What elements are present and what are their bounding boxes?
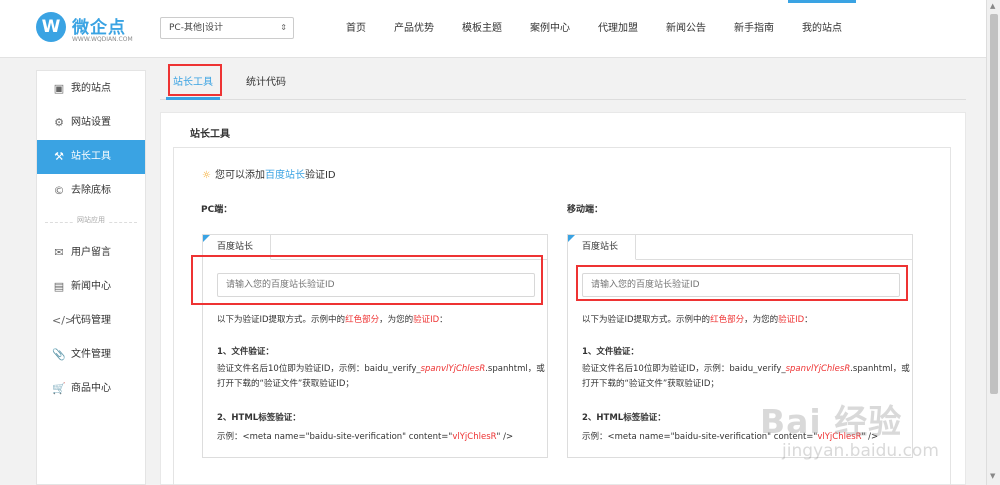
card-title: 站长工具 [190,129,230,140]
vertical-scrollbar[interactable]: ▲ ▼ [986,0,1000,485]
mobile-label: 移动端： [567,205,604,215]
mobile-panel: 百度站长 以下为验证ID提取方式。示例中的红色部分，为您的验证ID： 1、文件验… [567,234,913,458]
brand-logo[interactable]: W 微企点 WWW.WQDIAN.COM [36,12,156,46]
sidebar-item-label: 去除底标 [71,185,111,196]
sidebar: ▣ 我的站点 ⚙ 网站设置 ⚒ 站长工具 © 去除底标 网站应用 ✉ 用户留言 … [36,70,146,485]
sidebar-item-label: 我的站点 [71,83,111,94]
sidebar-divider: 网站应用 [37,208,145,236]
nav-item-news[interactable]: 新闻公告 [652,0,720,58]
sidebar-item-label: 网站设置 [71,117,111,128]
sidebar-item-label: 代码管理 [71,315,111,326]
tab-statistics-code[interactable]: 统计代码 [246,66,286,100]
mobile-file-verify-text: 验证文件名后10位即为验证ID，示例：baidu_verify_spanvlYj… [582,364,910,374]
site-selector[interactable]: PC-其他|设计 ⇕ [160,17,294,39]
monitor-icon: ▣ [53,82,65,95]
brand-name: 微企点 [72,18,126,38]
sidebar-item-label: 站长工具 [71,151,111,162]
nav-item-home[interactable]: 首页 [332,0,380,58]
nav-item-templates[interactable]: 模板主题 [448,0,516,58]
pc-html-verify-heading: 2、HTML标签验证： [217,413,301,423]
sidebar-item-messages[interactable]: ✉ 用户留言 [37,236,145,270]
wrench-icon: ⚒ [54,150,64,163]
scroll-up-icon[interactable]: ▲ [990,2,995,10]
scroll-thumb[interactable] [990,14,998,394]
sidebar-item-site-settings[interactable]: ⚙ 网站设置 [37,106,145,140]
highlight-box-tab [168,64,222,96]
pc-panel: 百度站长 以下为验证ID提取方式。示例中的红色部分，为您的验证ID： 1、文件验… [191,234,548,458]
scroll-down-icon[interactable]: ▼ [990,472,995,480]
pc-file-verify-text: 验证文件名后10位即为验证ID，示例：baidu_verify_spanvlYj… [217,364,545,374]
nav-item-advantages[interactable]: 产品优势 [380,0,448,58]
nav-item-cases[interactable]: 案例中心 [516,0,584,58]
news-icon: ▤ [53,280,65,293]
lightbulb-icon: ☼ [202,170,211,181]
message-icon: ✉ [54,246,64,259]
sidebar-item-label: 文件管理 [71,349,111,360]
mobile-file-verify-heading: 1、文件验证： [582,347,639,357]
mobile-instruction-line: 以下为验证ID提取方式。示例中的红色部分，为您的验证ID： [582,315,813,325]
highlight-box-pc-input [191,255,543,305]
pc-html-verify-example: 示例：<meta name="baidu-site-verification" … [217,432,514,442]
sidebar-item-file-management[interactable]: 📎 文件管理 [37,338,145,372]
logo-icon: W [36,12,66,42]
tab-bar: 站长工具 统计代码 [160,66,966,100]
mobile-panel-tab[interactable]: 百度站长 [568,235,636,260]
mobile-html-verify-heading: 2、HTML标签验证： [582,413,666,423]
paperclip-icon: 📎 [52,348,66,361]
webmaster-card: 站长工具 ☼您可以添加百度站长验证ID PC端： 移动端： 百度站长 以下为验证… [160,112,966,485]
main-nav: 首页 产品优势 模板主题 案例中心 代理加盟 新闻公告 新手指南 我的站点 [332,0,856,58]
nav-item-guide[interactable]: 新手指南 [720,0,788,58]
verification-section: ☼您可以添加百度站长验证ID PC端： 移动端： 百度站长 以下为验证ID提取方… [173,147,951,485]
updown-arrow-icon: ⇕ [280,23,287,32]
copyright-icon: © [53,184,65,197]
pc-file-verify-heading: 1、文件验证： [217,347,274,357]
pc-instruction-line: 以下为验证ID提取方式。示例中的红色部分，为您的验证ID： [217,315,448,325]
main-content: 站长工具 统计代码 站长工具 ☼ 您可以添加百度站长验证ID PC端： 移动端： … [160,58,966,485]
mobile-file-verify-text-2: 打开下载的“验证文件”获取验证ID； [582,379,719,389]
active-tab-indicator [166,97,220,100]
site-selector-value: PC-其他|设计 [169,23,223,33]
sidebar-item-label: 新闻中心 [71,281,111,292]
sidebar-item-code-management[interactable]: </> 代码管理 [37,304,145,338]
sidebar-section-label: 网站应用 [73,215,109,225]
cart-icon: 🛒 [52,382,66,395]
pc-file-verify-text-2: 打开下载的“验证文件”获取验证ID； [217,379,354,389]
sidebar-item-webmaster-tools[interactable]: ⚒ 站长工具 [37,140,145,174]
pc-label: PC端： [201,205,233,215]
brand-url: WWW.WQDIAN.COM [72,36,133,43]
gear-icon: ⚙ [54,116,64,129]
hint-suffix: 验证ID [304,170,336,181]
sidebar-item-label: 商品中心 [71,383,111,394]
hint-prefix: 您可以添加 [214,170,265,181]
baidu-webmaster-link[interactable]: 百度站长 [265,170,305,181]
sidebar-item-my-sites[interactable]: ▣ 我的站点 [37,72,145,106]
sidebar-item-product-center[interactable]: 🛒 商品中心 [37,372,145,406]
nav-item-agency[interactable]: 代理加盟 [584,0,652,58]
nav-item-my-sites[interactable]: 我的站点 [788,0,856,58]
hint-text: ☼ 您可以添加百度站长验证ID [202,166,336,181]
sidebar-item-news-center[interactable]: ▤ 新闻中心 [37,270,145,304]
sidebar-item-label: 用户留言 [71,247,111,258]
mobile-html-verify-example: 示例：<meta name="baidu-site-verification" … [582,432,879,442]
highlight-box-mobile-input [576,265,908,301]
top-header: W 微企点 WWW.WQDIAN.COM PC-其他|设计 ⇕ 首页 产品优势 … [0,0,986,58]
code-icon: </> [52,314,75,327]
sidebar-item-remove-footer[interactable]: © 去除底标 [37,174,145,208]
